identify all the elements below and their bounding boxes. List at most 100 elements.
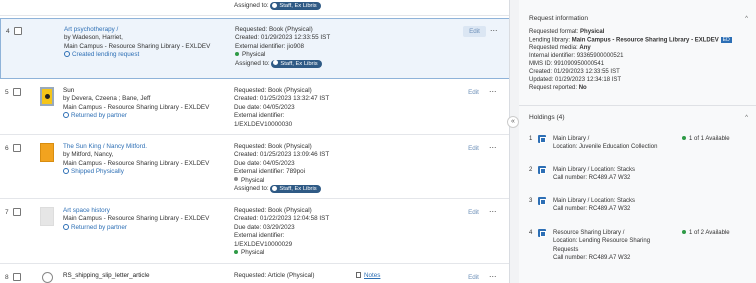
holding-name: Main Library / Location: Stacks <box>553 198 636 204</box>
previous-row-tail: Assigned to: Staff, Ex Libris <box>0 0 509 16</box>
assignee-chip[interactable]: Staff, Ex Libris <box>271 59 322 68</box>
item-author: by Mitford, Nancy, <box>63 151 114 159</box>
edit-button[interactable]: Edit <box>463 26 486 37</box>
created-date: Created: 01/25/2023 13:32:47 IST <box>234 95 330 103</box>
row-number: 4 <box>6 28 10 35</box>
clock-icon <box>64 51 70 58</box>
request-list: Assigned to: Staff, Ex Libris 4 Art psyc… <box>0 0 510 283</box>
item-title-link[interactable]: Art psychotherapy / <box>64 26 224 34</box>
library-icon <box>538 197 546 205</box>
book-cover-thumbnail <box>40 143 54 162</box>
more-actions-icon[interactable]: ··· <box>487 272 498 283</box>
holding-call-number: Call number: RC489.A7 W32 <box>553 255 631 262</box>
row-checkbox[interactable] <box>13 88 21 96</box>
list-item[interactable]: 5 Sun by Devera, Czeena ; Bane, Jeff Mai… <box>0 80 509 135</box>
item-status: Returned by partner <box>63 223 223 232</box>
list-item[interactable]: 4 Art psychotherapy / by Wadeson, Harrie… <box>0 18 509 79</box>
chevron-up-icon[interactable]: ^ <box>745 16 748 22</box>
status-dot-icon <box>234 177 238 182</box>
external-id: External identifier: <box>234 112 285 120</box>
row-number: 5 <box>5 89 9 96</box>
holding-location-cont: Requests <box>553 246 579 253</box>
more-actions-icon[interactable]: ··· <box>487 207 498 218</box>
info-updated: Updated: 01/29/2023 12:34:18 IST <box>529 76 622 83</box>
holding-item[interactable]: 2 Main Library / Location: Stacks Call n… <box>529 166 749 186</box>
item-library: Main Campus - Resource Sharing Library -… <box>63 215 210 223</box>
available-dot-icon <box>682 229 686 234</box>
request-info-header[interactable]: Request information <box>529 15 588 22</box>
edit-button[interactable]: Edit <box>462 207 485 218</box>
info-requested-format: Requested format: Physical <box>529 29 605 35</box>
book-cover-placeholder <box>40 207 54 226</box>
external-id-value: 1/EXLDEV10000029 <box>234 240 293 248</box>
format-indicator: Physical <box>234 177 444 185</box>
info-request-reported: Request reported: No <box>529 84 587 91</box>
format-indicator: Physical <box>235 51 445 59</box>
row-number: 7 <box>5 209 9 216</box>
clock-icon <box>63 112 69 119</box>
chevron-up-icon[interactable]: ^ <box>745 115 748 121</box>
assignee-chip[interactable]: Staff, Ex Libris <box>270 2 321 10</box>
requested-format: Requested: Article (Physical) <box>234 272 315 279</box>
holding-number: 4 <box>529 230 533 236</box>
more-actions-icon[interactable]: ··· <box>487 143 498 154</box>
due-date: Due date: 04/05/2023 <box>234 103 295 111</box>
item-title-link[interactable]: Art space history <box>63 207 223 215</box>
more-actions-icon[interactable]: ··· <box>487 87 498 98</box>
assignee-chip[interactable]: Staff, Ex Libris <box>270 185 321 194</box>
external-id-value: 1/EXLDEV10000030 <box>234 120 293 128</box>
assigned-to: Assigned to: Staff, Ex Libris <box>234 185 444 194</box>
holding-call-number: Call number: RC489.A7 W32 <box>553 206 631 213</box>
item-library: Main Campus - Resource Sharing Library -… <box>63 103 210 111</box>
edit-button[interactable]: Edit <box>462 272 485 283</box>
holding-call-number: Call number: RC489.A7 W32 <box>553 175 631 182</box>
status-dot-icon <box>235 51 239 56</box>
edit-button[interactable]: Edit <box>462 87 485 98</box>
row-number: 6 <box>5 145 9 152</box>
available-dot-icon <box>682 135 686 140</box>
holding-item[interactable]: 4 Resource Sharing Library / Location: L… <box>529 229 749 265</box>
due-date: Due date: 04/05/2023 <box>234 159 295 167</box>
row-checkbox[interactable] <box>13 144 21 152</box>
edit-button[interactable]: Edit <box>462 143 485 154</box>
list-item[interactable]: 7 Art space history Main Campus - Resour… <box>0 200 509 264</box>
holding-location: Location: Juvenile Education Collection <box>553 144 658 151</box>
notes-link[interactable]: Notes <box>356 272 380 279</box>
holding-name: Main Library / Location: Stacks <box>553 167 636 173</box>
availability-status: 1 of 1 Available <box>682 135 730 143</box>
info-mms-id: MMS ID: 991090950000541 <box>529 61 605 68</box>
item-title-link[interactable]: The Sun King / Nancy Mitford. <box>63 143 223 151</box>
list-item[interactable]: 6 The Sun King / Nancy Mitford. by Mitfo… <box>0 136 509 199</box>
item-author: by Wadeson, Harriet, <box>64 34 123 42</box>
notes-icon <box>356 272 361 278</box>
book-cover-thumbnail <box>40 87 54 106</box>
library-icon <box>538 166 546 174</box>
info-requested-media: Requested media: Any <box>529 45 591 52</box>
assigned-to: Assigned to: Staff, Ex Libris <box>235 59 445 68</box>
created-date: Created: 01/29/2023 12:33:55 IST <box>235 34 331 42</box>
holding-item[interactable]: 3 Main Library / Location: Stacks Call n… <box>529 197 749 217</box>
holding-number: 3 <box>529 198 533 204</box>
user-icon <box>272 2 278 8</box>
holding-item[interactable]: 1 Main Library / Location: Juvenile Educ… <box>529 135 749 155</box>
list-item[interactable]: 8 RS_shipping_slip_letter_article Reques… <box>0 265 509 283</box>
status-dot-icon <box>234 249 238 254</box>
holding-name: Resource Sharing Library / <box>553 230 625 236</box>
item-status: Created lending request <box>64 51 224 59</box>
row-checkbox[interactable] <box>14 27 22 35</box>
item-title-link[interactable]: Sun <box>63 87 223 95</box>
item-library: Main Campus - Resource Sharing Library -… <box>64 42 211 50</box>
clock-icon <box>63 223 69 230</box>
external-id: External identifier: jio908 <box>235 42 304 50</box>
availability-status: 1 of 2 Available <box>682 229 730 237</box>
created-date: Created: 01/25/2023 13:09:46 IST <box>234 151 330 159</box>
collapse-panel-icon[interactable]: « <box>507 116 519 128</box>
format-indicator: Physical <box>234 249 444 257</box>
row-checkbox[interactable] <box>13 273 21 281</box>
item-status: Shipped Physically <box>63 168 223 176</box>
item-title-link[interactable]: RS_shipping_slip_letter_article <box>63 272 223 280</box>
section-divider <box>519 105 756 106</box>
holdings-header[interactable]: Holdings (4) <box>529 114 565 121</box>
row-checkbox[interactable] <box>13 208 21 216</box>
more-actions-icon[interactable]: ··· <box>488 26 499 37</box>
